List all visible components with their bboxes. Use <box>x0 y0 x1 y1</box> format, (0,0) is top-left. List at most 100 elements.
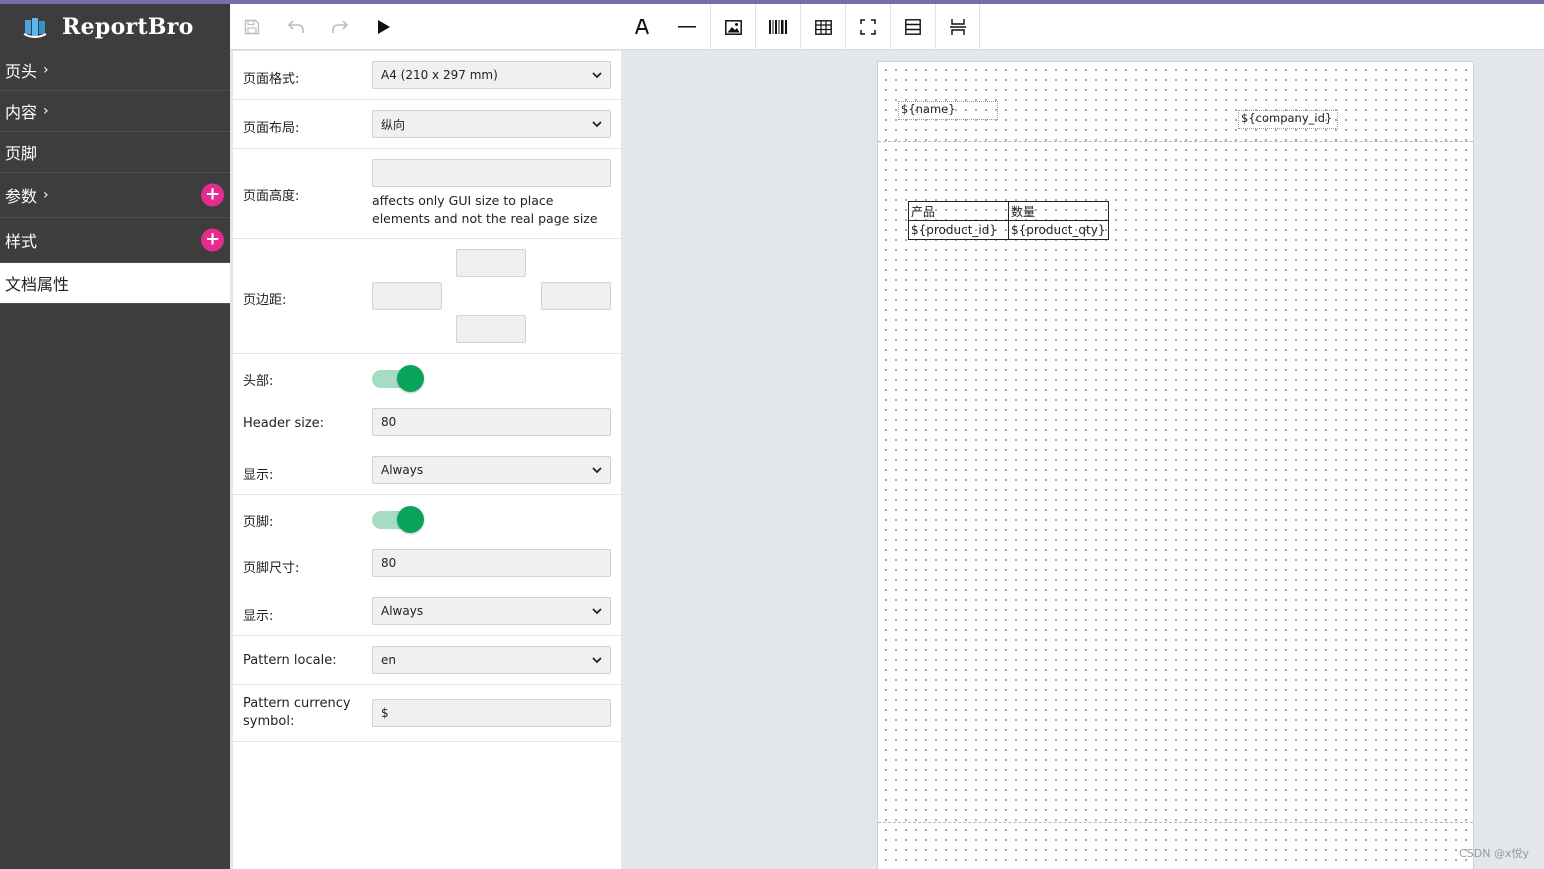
table-header-cell[interactable]: 产品 <box>908 201 1009 221</box>
page-format-row: 页面格式: A4 (210 x 297 mm) <box>233 51 621 100</box>
margin-left-input[interactable] <box>372 282 442 310</box>
pattern-locale-label: Pattern locale: <box>243 653 337 668</box>
margin-right-input[interactable] <box>541 282 611 310</box>
table-content-cell[interactable]: ${product_qty} <box>1008 220 1109 240</box>
header-toggle[interactable] <box>372 364 424 392</box>
header-display-select[interactable]: Always <box>372 456 611 484</box>
add-table-button[interactable] <box>800 4 845 50</box>
table-header-row: 产品 数量 <box>908 201 1109 221</box>
pattern-locale-row: Pattern locale: en <box>233 636 621 685</box>
pattern-locale-select[interactable]: en <box>372 646 611 674</box>
header-size-label: Header size: <box>243 416 325 431</box>
preview-button[interactable] <box>370 4 398 50</box>
sidebar-item-label: 参数 <box>5 187 38 206</box>
report-canvas-area: ${name} ${company_id} 产品 数量 ${product_id… <box>621 51 1544 869</box>
chevron-down-icon <box>592 657 602 664</box>
pattern-currency-row: Pattern currency symbol: $ <box>233 685 621 742</box>
chevron-right-icon: › <box>43 103 49 119</box>
table-header-cell[interactable]: 数量 <box>1008 201 1109 221</box>
sidebar-item-content[interactable]: 内容 › <box>0 91 230 132</box>
chevron-down-icon <box>592 467 602 474</box>
sidebar-item-label: 页头 <box>5 62 38 81</box>
redo-button[interactable] <box>326 4 354 50</box>
chevron-right-icon: › <box>43 187 49 203</box>
add-section-button[interactable] <box>890 4 935 50</box>
sidebar-item-footer[interactable]: 页脚 <box>0 132 230 173</box>
table-content-row: ${product_id} ${product_qty} <box>908 220 1109 240</box>
pattern-currency-input[interactable]: $ <box>372 699 611 727</box>
image-icon <box>724 19 742 35</box>
sidebar-item-label: 文档属性 <box>5 275 70 294</box>
add-style-button[interactable]: + <box>201 228 224 252</box>
page-break-icon <box>949 19 966 35</box>
chevron-right-icon: › <box>43 62 49 78</box>
add-image-button[interactable] <box>710 4 755 50</box>
footer-size-input[interactable]: 80 <box>372 549 611 577</box>
footer-toggle[interactable] <box>372 505 424 533</box>
sidebar-item-parameters[interactable]: 参数 › + <box>0 173 230 218</box>
sidebar-nav: 页头 › 内容 › 页脚 参数 › + 样式 + 文档属性 <box>0 50 230 304</box>
reportbro-logo-icon <box>23 18 47 38</box>
table-content-cell[interactable]: ${product_id} <box>908 220 1009 240</box>
page-format-label: 页面格式: <box>243 72 300 87</box>
undo-button[interactable] <box>282 4 310 50</box>
app-logo: ReportBro <box>0 4 230 50</box>
content-height-hint: affects only GUI size to place elements … <box>372 193 598 226</box>
add-parameter-button[interactable]: + <box>201 183 224 207</box>
chevron-down-icon <box>592 121 602 128</box>
sidebar: ReportBro 页头 › 内容 › 页脚 参数 › + 样式 + 文档属性 <box>0 4 230 869</box>
table-element[interactable]: 产品 数量 ${product_id} ${product_qty} <box>908 201 1109 240</box>
header-display-label: 显示: <box>243 468 274 483</box>
text-element-name[interactable]: ${name} <box>898 101 998 120</box>
orientation-row: 页面布局: 纵向 <box>233 100 621 149</box>
watermark: CSDN @x悦y <box>1459 847 1529 860</box>
footer-size-label: 页脚尺寸: <box>243 561 300 576</box>
footer-band-divider <box>878 822 1473 823</box>
app-name: ReportBro <box>62 14 194 40</box>
pattern-currency-label: Pattern currency symbol: <box>243 696 351 729</box>
header-size-input[interactable]: 80 <box>372 408 611 436</box>
header-band-divider <box>878 141 1473 142</box>
footer-label: 页脚: <box>243 515 274 530</box>
margins-row: 页边距: <box>233 239 621 354</box>
header-section: 头部: Header size: 80 显示: Always <box>233 354 621 495</box>
text-element-company-id[interactable]: ${company_id} <box>1238 110 1338 129</box>
barcode-icon <box>769 20 787 34</box>
add-page-break-button[interactable] <box>935 4 980 50</box>
sidebar-item-label: 页脚 <box>5 144 38 163</box>
margins-label: 页边距: <box>243 293 287 308</box>
margin-bottom-input[interactable] <box>456 315 526 343</box>
sidebar-item-document-properties[interactable]: 文档属性 <box>0 263 230 304</box>
redo-icon <box>332 20 348 33</box>
add-frame-button[interactable] <box>845 4 890 50</box>
document-properties-panel: 页面格式: A4 (210 x 297 mm) 页面布局: 纵向 页面高度: a… <box>233 51 621 869</box>
frame-icon <box>860 19 876 35</box>
add-text-button[interactable] <box>620 4 664 50</box>
header-label: 头部: <box>243 374 274 389</box>
report-page[interactable]: ${name} ${company_id} 产品 数量 ${product_id… <box>877 61 1474 869</box>
footer-display-select[interactable]: Always <box>372 597 611 625</box>
sidebar-item-label: 样式 <box>5 232 38 251</box>
content-height-row: 页面高度: affects only GUI size to place ele… <box>233 149 621 239</box>
page-format-select[interactable]: A4 (210 x 297 mm) <box>372 61 611 89</box>
line-icon <box>678 26 696 28</box>
sidebar-item-styles[interactable]: 样式 + <box>0 218 230 263</box>
add-line-button[interactable] <box>664 4 710 50</box>
content-height-input[interactable] <box>372 159 611 187</box>
chevron-down-icon <box>592 72 602 79</box>
chevron-down-icon <box>592 608 602 615</box>
sidebar-item-header[interactable]: 页头 › <box>0 50 230 91</box>
sidebar-item-label: 内容 <box>5 103 38 122</box>
save-icon <box>244 19 260 35</box>
save-button[interactable] <box>238 4 266 50</box>
toolbar <box>230 4 1544 50</box>
text-icon <box>635 19 649 35</box>
add-barcode-button[interactable] <box>755 4 800 50</box>
orientation-select[interactable]: 纵向 <box>372 110 611 138</box>
footer-display-label: 显示: <box>243 609 274 624</box>
section-icon <box>905 19 921 35</box>
margin-top-input[interactable] <box>456 249 526 277</box>
play-icon <box>378 20 390 34</box>
table-icon <box>814 19 832 35</box>
footer-section: 页脚: 页脚尺寸: 80 显示: Always <box>233 495 621 636</box>
